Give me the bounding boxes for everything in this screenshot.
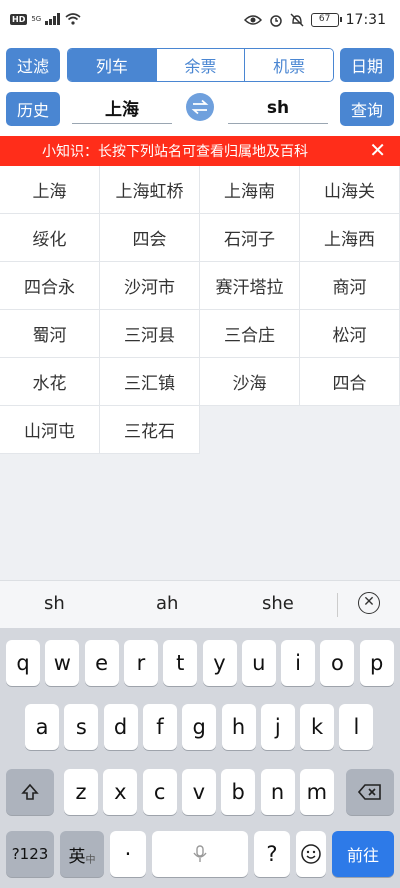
space-key[interactable] (152, 831, 248, 877)
date-button[interactable]: 日期 (340, 48, 394, 82)
station-cell[interactable]: 绥化 (0, 214, 100, 262)
tab-train[interactable]: 列车 (68, 49, 157, 81)
tip-banner: 小知识：长按下列站名可查看归属地及百科 ✕ (0, 136, 400, 166)
close-icon[interactable]: ✕ (369, 139, 386, 161)
status-bar: HD 5G 67 17:31 (0, 0, 400, 40)
key-c[interactable]: c (142, 769, 177, 815)
emoji-icon (301, 844, 321, 864)
key-r[interactable]: r (123, 640, 158, 686)
mode-tabs: 列车 余票 机票 (67, 48, 334, 82)
key-f[interactable]: f (142, 704, 177, 750)
station-cell[interactable]: 松河 (300, 310, 400, 358)
language-toggle-key[interactable]: 英中 (60, 831, 104, 877)
backspace-key[interactable] (346, 769, 394, 815)
station-cell[interactable]: 沙海 (200, 358, 300, 406)
station-cell[interactable]: 三合庄 (200, 310, 300, 358)
key-t[interactable]: t (163, 640, 198, 686)
key-o[interactable]: o (320, 640, 355, 686)
key-d[interactable]: d (103, 704, 138, 750)
station-cell[interactable]: 上海西 (300, 214, 400, 262)
numbers-key[interactable]: ?123 (6, 831, 54, 877)
tab-flights[interactable]: 机票 (245, 49, 333, 81)
tip-text: 小知识：长按下列站名可查看归属地及百科 (42, 144, 308, 160)
candidate-she[interactable]: she (262, 593, 294, 614)
clock: 17:31 (345, 12, 386, 28)
key-k[interactable]: k (300, 704, 335, 750)
to-station-input[interactable]: sh (228, 92, 328, 124)
from-station-input[interactable]: 上海 (72, 92, 172, 124)
station-cell[interactable]: 三花石 (100, 406, 200, 454)
key-l[interactable]: l (339, 704, 374, 750)
station-cell[interactable]: 上海 (0, 166, 100, 214)
station-cell[interactable]: 赛汗塔拉 (200, 262, 300, 310)
key-p[interactable]: p (359, 640, 394, 686)
microphone-icon (193, 845, 207, 862)
ime-candidate-bar: sh ah she ✕ (0, 580, 400, 628)
signal-icon (45, 13, 61, 25)
station-cell[interactable]: 山海关 (300, 166, 400, 214)
key-a[interactable]: a (25, 704, 59, 750)
battery-indicator: 67 (310, 13, 342, 27)
station-cell[interactable]: 石河子 (200, 214, 300, 262)
emoji-key[interactable] (296, 831, 326, 877)
key-i[interactable]: i (281, 640, 316, 686)
station-suggestion-grid: 上海 上海虹桥 上海南 山海关 绥化 四会 石河子 上海西 四合永 沙河市 赛汗塔拉 商河 蜀河 三河县三… (0, 166, 400, 454)
key-j[interactable]: j (260, 704, 295, 750)
station-cell[interactable]: 沙河市 (100, 262, 200, 310)
key-y[interactable]: y (202, 640, 237, 686)
key-h[interactable]: h (221, 704, 256, 750)
mute-icon (290, 13, 304, 27)
key-e[interactable]: e (84, 640, 119, 686)
key-b[interactable]: b (221, 769, 256, 815)
wifi-icon (65, 13, 81, 25)
station-cell[interactable]: 四合 (300, 358, 400, 406)
shift-key[interactable] (6, 769, 54, 815)
candidate-divider (337, 593, 338, 617)
soft-keyboard: ?123 英中 · ? 前往 qwertyuiop asdfghjkl zxcvbn… (0, 628, 400, 888)
station-cell[interactable]: 水花 (0, 358, 100, 406)
lang-primary: 英 (68, 846, 86, 867)
hd-badge: HD (10, 13, 28, 25)
swap-stations-button[interactable] (186, 93, 214, 121)
shift-icon (21, 783, 39, 800)
query-button[interactable]: 查询 (340, 92, 394, 126)
key-w[interactable]: w (45, 640, 80, 686)
clear-candidates-icon[interactable]: ✕ (358, 592, 380, 614)
eye-icon (243, 15, 262, 25)
question-key[interactable]: ? (254, 831, 290, 877)
station-cell[interactable]: 三汇镇 (100, 358, 200, 406)
history-button[interactable]: 历史 (6, 92, 60, 126)
station-cell[interactable]: 三河县 (100, 310, 200, 358)
candidate-ah[interactable]: ah (156, 593, 178, 614)
swap-icon (191, 99, 209, 115)
filter-button[interactable]: 过滤 (6, 48, 60, 82)
dot-key[interactable]: · (110, 831, 146, 877)
lang-secondary: 中 (85, 854, 96, 866)
key-v[interactable]: v (181, 769, 216, 815)
key-s[interactable]: s (64, 704, 99, 750)
station-cell[interactable]: 商河 (300, 262, 400, 310)
station-cell[interactable]: 四会 (100, 214, 200, 262)
station-cell[interactable]: 四合永 (0, 262, 100, 310)
key-u[interactable]: u (241, 640, 276, 686)
key-m[interactable]: m (299, 769, 334, 815)
key-x[interactable]: x (103, 769, 138, 815)
station-cell[interactable]: 上海南 (200, 166, 300, 214)
network-type: 5G (31, 15, 42, 23)
key-g[interactable]: g (182, 704, 217, 750)
tab-remaining-tickets[interactable]: 余票 (156, 49, 246, 81)
candidate-sh[interactable]: sh (44, 593, 65, 614)
station-cell[interactable]: 蜀河 (0, 310, 100, 358)
key-q[interactable]: q (6, 640, 40, 686)
station-cell[interactable]: 山河屯 (0, 406, 100, 454)
go-key[interactable]: 前往 (332, 831, 394, 877)
alarm-icon (269, 15, 282, 27)
station-cell[interactable]: 上海虹桥 (100, 166, 200, 214)
backspace-icon (358, 784, 381, 800)
key-n[interactable]: n (260, 769, 295, 815)
key-z[interactable]: z (64, 769, 98, 815)
